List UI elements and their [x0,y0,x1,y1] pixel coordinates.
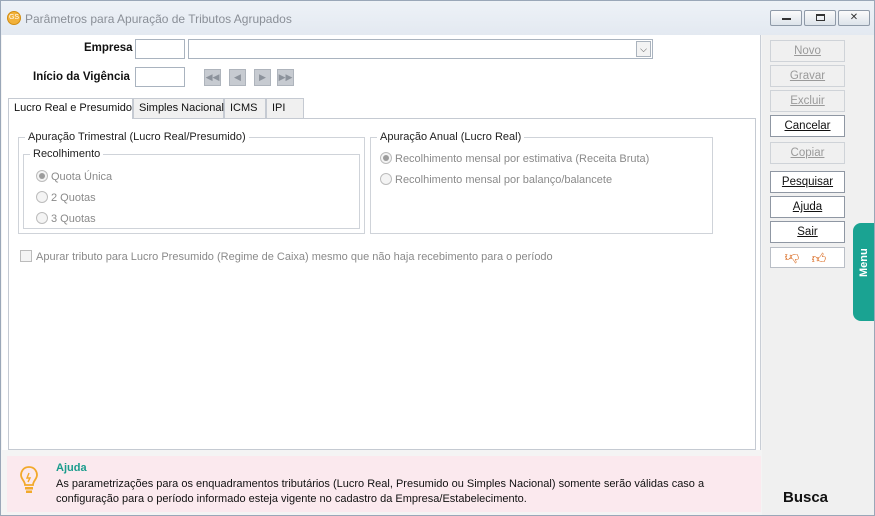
first-record-icon: ◀◀ [205,72,220,82]
ajuda-button[interactable]: Ajuda [770,196,845,218]
chevron-down-icon[interactable]: ⌵ [636,41,651,57]
radio-label: Recolhimento mensal por balanço/balancet… [395,174,613,186]
thumbs-down-icon[interactable]: 👍︎ [783,250,801,266]
tab-icms[interactable]: ICMS [224,98,266,118]
radio-button[interactable] [380,152,392,164]
radio-3-quotas[interactable]: 3 Quotas [36,212,96,225]
menu-tab-label: Menu [858,248,870,277]
minimize-button[interactable] [770,10,802,26]
radio-estimativa[interactable]: Recolhimento mensal por estimativa (Rece… [380,152,649,165]
tab-lucro-real-presumido[interactable]: Lucro Real e Presumido [8,98,133,119]
tab-panel-lucro: Apuração Trimestral (Lucro Real/Presumid… [8,118,756,450]
close-icon: ✕ [849,12,859,23]
main-window: GS Parâmetros para Apuração de Tributos … [0,0,875,516]
caixa-checkbox-label: Apurar tributo para Lucro Presumido (Reg… [36,251,553,263]
maximize-button[interactable] [804,10,836,26]
radio-button[interactable] [36,170,48,182]
vigencia-input[interactable] [135,67,185,87]
empresa-name-combo[interactable]: ⌵ [188,39,653,59]
radio-2-quotas[interactable]: 2 Quotas [36,191,96,204]
feedback-box: 👍︎ 👍︎ [770,247,845,268]
help-text: As parametrizações para os enquadramento… [56,478,705,505]
radio-button[interactable] [36,212,48,224]
first-record-button[interactable]: ◀◀ [204,69,221,86]
caixa-checkbox-row[interactable]: Apurar tributo para Lucro Presumido (Reg… [20,250,553,263]
lightbulb-icon [20,466,38,493]
radio-label: 2 Quotas [51,192,96,204]
radio-label: 3 Quotas [51,213,96,225]
next-record-icon: ▶ [259,72,266,82]
radio-label: Recolhimento mensal por estimativa (Rece… [395,153,650,165]
last-record-button[interactable]: ▶▶ [277,69,294,86]
sair-button[interactable]: Sair [770,221,845,243]
pesquisar-button[interactable]: Pesquisar [770,171,845,193]
help-title: Ajuda [56,462,87,474]
thumbs-up-icon[interactable]: 👍︎ [810,250,828,266]
recolhimento-legend: Recolhimento [33,148,101,160]
title-bar: GS Parâmetros para Apuração de Tributos … [1,1,874,35]
gravar-button[interactable]: Gravar [770,65,845,87]
form-area: Empresa ⌵ Início da Vigência ◀◀ ◀ ▶ ▶▶ L… [2,35,761,450]
window-title: Parâmetros para Apuração de Tributos Agr… [25,12,292,26]
maximize-icon [815,14,825,21]
vigencia-label: Início da Vigência [33,71,130,83]
next-record-button[interactable]: ▶ [254,69,271,86]
previous-record-button[interactable]: ◀ [229,69,246,86]
app-logo-icon: GS [7,11,21,25]
tab-simples-nacional[interactable]: Simples Nacional [133,98,224,118]
previous-record-icon: ◀ [234,72,241,82]
anual-legend: Apuração Anual (Lucro Real) [380,131,522,143]
radio-button[interactable] [380,173,392,185]
tab-ipi[interactable]: IPI [266,98,304,118]
last-record-icon: ▶▶ [278,72,293,82]
radio-button[interactable] [36,191,48,203]
caixa-checkbox[interactable] [20,250,32,262]
novo-button[interactable]: Novo [770,40,845,62]
busca-label[interactable]: Busca [783,489,828,506]
radio-balanco[interactable]: Recolhimento mensal por balanço/balancet… [380,173,612,186]
empresa-code-input[interactable] [135,39,185,59]
cancelar-button[interactable]: Cancelar [770,115,845,137]
radio-label: Quota Única [51,171,113,183]
radio-quota-unica[interactable]: Quota Única [36,170,112,183]
excluir-button[interactable]: Excluir [770,90,845,112]
copiar-button[interactable]: Copiar [770,142,845,164]
close-button[interactable]: ✕ [838,10,870,26]
trimestral-legend: Apuração Trimestral (Lucro Real/Presumid… [28,131,246,143]
help-panel: Ajuda As parametrizações para os enquadr… [7,456,761,512]
empresa-label: Empresa [84,42,133,54]
minimize-icon [781,18,791,20]
menu-side-tab[interactable]: Menu [853,223,874,321]
